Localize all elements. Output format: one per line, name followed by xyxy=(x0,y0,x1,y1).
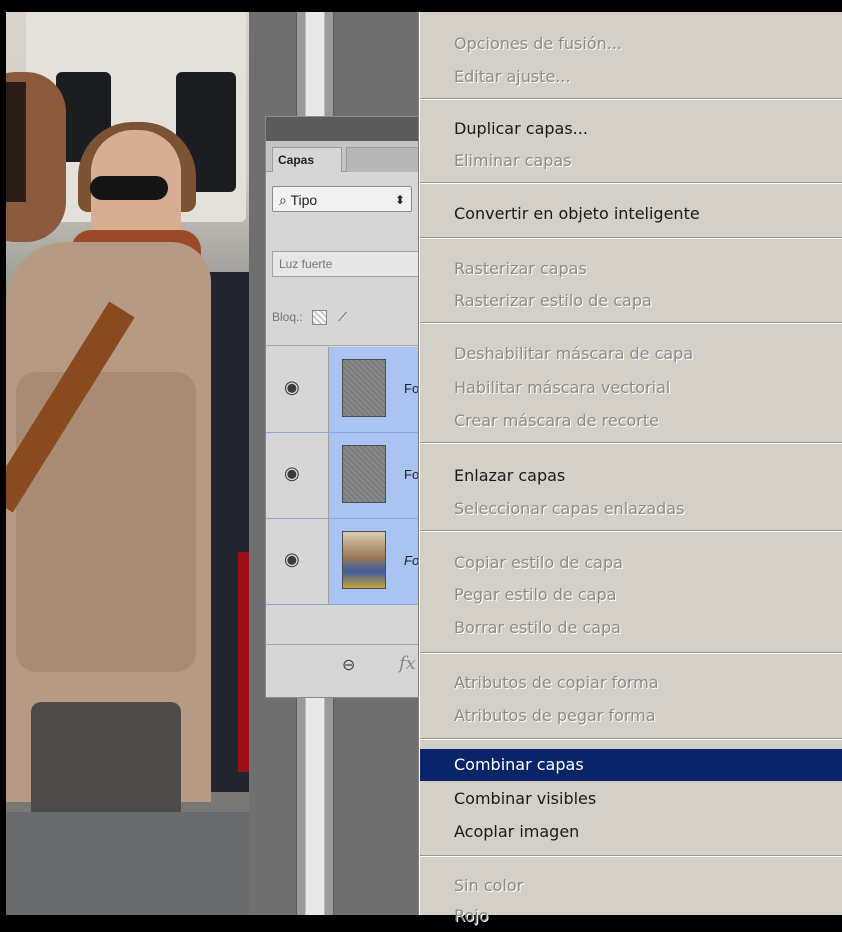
menu-item-merge-layers[interactable]: Combinar capas xyxy=(420,749,842,781)
menu-separator xyxy=(420,237,842,239)
menu-item-merge-visible[interactable]: Combinar visibles xyxy=(420,783,842,815)
fx-button[interactable]: fx xyxy=(399,653,416,674)
menu-item-no-color[interactable]: Sin color xyxy=(420,870,842,902)
menu-item-rasterize-layer-style[interactable]: Rasterizar estilo de capa xyxy=(420,285,842,317)
menu-item-convert-smart-object[interactable]: Convertir en objeto inteligente xyxy=(420,198,842,230)
layer-thumbnail xyxy=(342,445,386,503)
menu-item-select-linked-layers[interactable]: Seleccionar capas enlazadas xyxy=(420,493,842,525)
menu-separator xyxy=(420,738,842,740)
menu-item-edit-adjustment[interactable]: Editar ajuste... xyxy=(420,61,842,93)
menu-item-flatten-image[interactable]: Acoplar imagen xyxy=(420,816,842,848)
menu-item-link-layers[interactable]: Enlazar capas xyxy=(420,460,842,492)
lock-label: Bloq.: xyxy=(272,310,303,324)
select-arrows-icon: ⬍ xyxy=(394,193,405,207)
layer-filter-select[interactable]: ⌕ Tipo ⬍ xyxy=(272,186,412,212)
link-icon[interactable]: ⊖ xyxy=(342,655,355,675)
eye-icon[interactable]: ◉ xyxy=(284,377,300,398)
menu-separator xyxy=(420,442,842,444)
menu-separator xyxy=(420,652,842,654)
menu-item-duplicate-layers[interactable]: Duplicar capas... xyxy=(420,113,842,145)
tab-layers[interactable]: Capas xyxy=(272,147,342,172)
menu-separator xyxy=(420,98,842,100)
document-canvas-photo[interactable] xyxy=(6,12,249,915)
filter-label: Tipo xyxy=(290,192,318,208)
layer-thumbnail xyxy=(342,531,386,589)
menu-item-blending-options[interactable]: Opciones de fusión... xyxy=(420,28,842,60)
menu-item-rasterize-layers[interactable]: Rasterizar capas xyxy=(420,253,842,285)
layer-thumbnail xyxy=(342,359,386,417)
menu-item-clear-layer-style[interactable]: Borrar estilo de capa xyxy=(420,612,842,644)
context-menu: Opciones de fusión... Editar ajuste... D… xyxy=(419,12,842,925)
menu-item-copy-shape-attributes[interactable]: Atributos de copiar forma xyxy=(420,667,842,699)
menu-item-copy-layer-style[interactable]: Copiar estilo de capa xyxy=(420,547,842,579)
menu-item-paste-layer-style[interactable]: Pegar estilo de capa xyxy=(420,579,842,611)
eye-icon[interactable]: ◉ xyxy=(284,463,300,484)
menu-item-enable-vector-mask[interactable]: Habilitar máscara vectorial xyxy=(420,372,842,404)
layer-name: Fo xyxy=(404,553,420,568)
menu-item-disable-layer-mask[interactable]: Deshabilitar máscara de capa xyxy=(420,338,842,370)
menu-separator xyxy=(420,855,842,857)
lock-paint-brush-icon[interactable]: ⟋ xyxy=(338,302,346,332)
menu-separator xyxy=(420,322,842,324)
menu-item-create-clipping-mask[interactable]: Crear máscara de recorte xyxy=(420,405,842,437)
menu-item-red[interactable]: Rojo xyxy=(420,900,842,932)
menu-item-paste-shape-attributes[interactable]: Atributos de pegar forma xyxy=(420,700,842,732)
lock-transparency-icon[interactable] xyxy=(312,310,328,326)
menu-separator xyxy=(420,182,842,184)
search-icon: ⌕ xyxy=(279,192,287,208)
menu-separator xyxy=(420,530,842,532)
eye-icon[interactable]: ◉ xyxy=(284,549,300,570)
layer-name: Fo xyxy=(404,467,420,482)
layer-name: Fo xyxy=(404,381,420,396)
menu-item-delete-layers[interactable]: Eliminar capas xyxy=(420,145,842,177)
